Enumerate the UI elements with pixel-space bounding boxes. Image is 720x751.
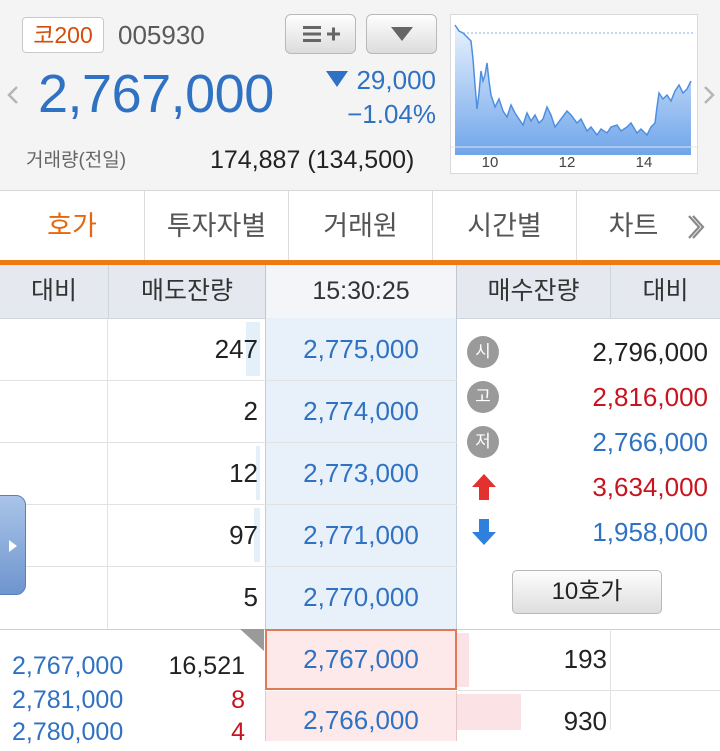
ask-qty: 2 bbox=[243, 396, 258, 426]
chart-tick-label: 14 bbox=[636, 154, 653, 171]
chevron-right-icon[interactable] bbox=[702, 84, 716, 106]
dropdown-button[interactable] bbox=[366, 14, 437, 54]
trade-qty: 4 bbox=[231, 718, 245, 746]
trade-qty: 16,521 bbox=[168, 652, 245, 680]
ask-price[interactable]: 2,771,000 bbox=[265, 504, 457, 566]
ask-price[interactable]: 2,773,000 bbox=[265, 442, 457, 504]
add-watchlist-button[interactable] bbox=[285, 14, 356, 54]
current-price: 2,767,000 bbox=[38, 64, 274, 124]
col-ask-qty: 매도잔량 bbox=[108, 265, 265, 318]
ask-qty: 5 bbox=[243, 582, 258, 612]
upper-limit-arrow-icon bbox=[472, 474, 496, 500]
ten-levels-button[interactable]: 10호가 bbox=[512, 570, 662, 614]
chart-tick-label: 10 bbox=[482, 154, 499, 171]
high-price-icon: 고 bbox=[467, 381, 499, 413]
list-plus-icon bbox=[302, 26, 340, 42]
col-bid-qty: 매수잔량 bbox=[487, 277, 580, 305]
bid-qty: 930 bbox=[563, 706, 607, 736]
triangle-down-icon bbox=[390, 27, 413, 41]
bid-price[interactable]: 2,766,000 bbox=[265, 691, 457, 749]
tab-broker[interactable]: 거래원 bbox=[288, 191, 432, 262]
play-right-icon bbox=[9, 540, 17, 552]
tab-chart-label: 차트 bbox=[608, 211, 659, 241]
volume-label: 거래량(전일) bbox=[26, 150, 127, 171]
open-price: 2,796,000 bbox=[592, 337, 708, 367]
orderbook-header: 대비 매도잔량 15:30:25 매수잔량 대비 bbox=[0, 265, 720, 319]
corner-marker-icon bbox=[240, 629, 264, 651]
side-panel-handle[interactable] bbox=[0, 495, 26, 595]
chart-tick-label: 12 bbox=[559, 154, 576, 171]
ask-qty: 247 bbox=[214, 334, 258, 364]
stock-code: 005930 bbox=[118, 20, 205, 50]
trade-price: 2,781,000 bbox=[12, 686, 124, 714]
ask-price[interactable]: 2,770,000 bbox=[265, 566, 457, 628]
ask-price[interactable]: 2,775,000 bbox=[265, 318, 457, 380]
col-left-diff: 대비 bbox=[30, 277, 77, 305]
high-price: 2,816,000 bbox=[592, 382, 708, 412]
chevron-left-icon[interactable] bbox=[6, 84, 20, 106]
price-change: 29,000 bbox=[318, 64, 436, 96]
market-badge: 코200 bbox=[22, 17, 104, 53]
tab-investor[interactable]: 투자자별 bbox=[144, 191, 288, 262]
low-price: 2,766,000 bbox=[592, 427, 708, 457]
open-price-icon: 시 bbox=[467, 336, 499, 368]
ask-qty: 12 bbox=[229, 458, 258, 488]
col-time: 15:30:25 bbox=[265, 265, 457, 318]
tab-orderbook[interactable]: 호가 bbox=[0, 191, 144, 262]
trade-price: 2,767,000 bbox=[12, 652, 124, 680]
tab-bar: 호가 투자자별 거래원 시간별 차트 bbox=[0, 191, 720, 262]
current-bid-price[interactable]: 2,767,000 bbox=[265, 629, 457, 690]
trade-price: 2,780,000 bbox=[12, 718, 124, 746]
trade-qty: 8 bbox=[231, 686, 245, 714]
ask-qty: 97 bbox=[229, 520, 258, 550]
volume-value: 174,887 (134,500) bbox=[210, 146, 415, 174]
chevron-right-icon[interactable] bbox=[684, 213, 706, 241]
intraday-mini-chart[interactable]: 10 12 14 bbox=[451, 15, 697, 173]
price-change-percent: −1.04% bbox=[347, 99, 436, 129]
upper-limit-price: 3,634,000 bbox=[592, 472, 708, 502]
ask-price[interactable]: 2,774,000 bbox=[265, 380, 457, 442]
price-change-value: 29,000 bbox=[356, 65, 436, 95]
down-triangle-icon bbox=[326, 71, 349, 87]
low-price-icon: 저 bbox=[467, 426, 499, 458]
lower-limit-arrow-icon bbox=[472, 519, 496, 545]
bid-qty: 193 bbox=[563, 644, 607, 674]
tab-time[interactable]: 시간별 bbox=[432, 191, 576, 262]
col-right-diff: 대비 bbox=[610, 265, 720, 318]
lower-limit-price: 1,958,000 bbox=[592, 517, 708, 547]
